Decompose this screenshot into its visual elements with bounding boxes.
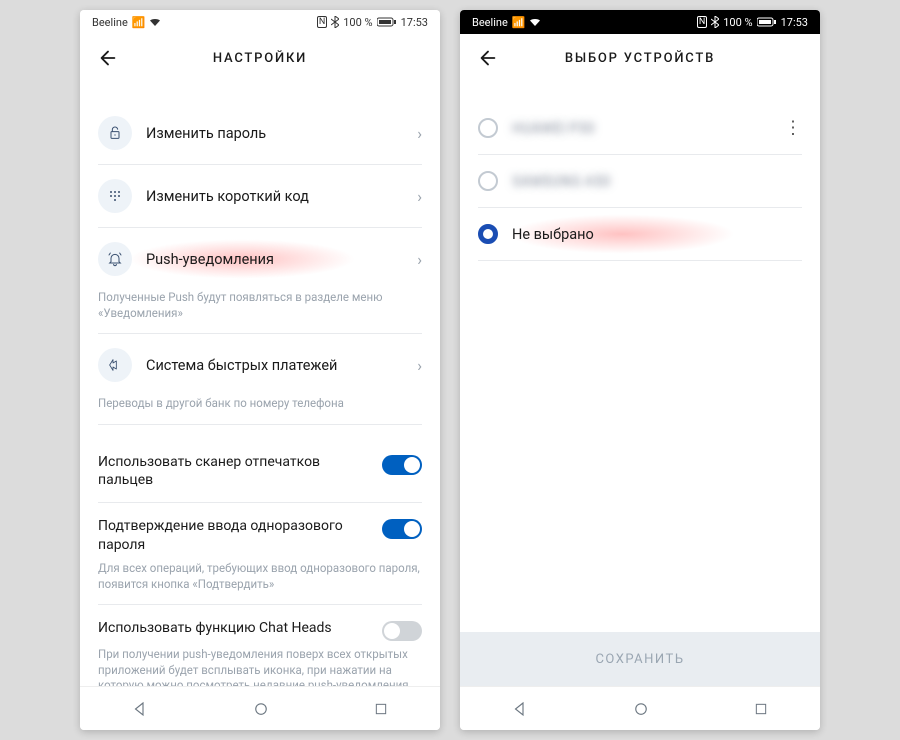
radio-selected-icon	[478, 224, 498, 244]
sbp-icon	[98, 348, 132, 382]
nfc-icon: N	[697, 16, 707, 28]
settings-content: Изменить пароль › Изменить короткий код …	[80, 82, 440, 686]
toggle-otp[interactable]	[382, 519, 422, 539]
battery-icon	[757, 17, 777, 27]
nav-home-icon[interactable]	[252, 700, 270, 718]
push-subtitle: Полученные Push будут появляться в разде…	[80, 290, 440, 333]
save-button[interactable]: СОХРАНИТЬ	[460, 632, 820, 686]
more-menu-icon[interactable]: ⋮	[784, 118, 802, 139]
nav-back-icon[interactable]	[511, 700, 529, 718]
time-label: 17:53	[781, 16, 808, 29]
device-option-1[interactable]: HUAWEI P30 ⋮	[460, 102, 820, 154]
nav-home-icon[interactable]	[632, 700, 650, 718]
lock-icon	[98, 116, 132, 150]
status-bar: Beeline 📶 N 100 % 17:53	[460, 10, 820, 34]
item-change-password[interactable]: Изменить пароль ›	[80, 102, 440, 164]
wifi-icon	[529, 17, 541, 27]
radio-icon	[478, 118, 498, 138]
battery-label: 100 %	[343, 16, 372, 29]
otp-subtitle: Для всех операций, требующих ввод однора…	[80, 561, 440, 604]
carrier-label: Beeline	[92, 16, 128, 29]
keypad-icon	[98, 179, 132, 213]
nfc-icon: N	[317, 16, 327, 28]
android-nav-bar	[460, 686, 820, 730]
device-selection-screen: Beeline 📶 N 100 % 17:53 ВЫБОР УСТРОЙСТВ	[460, 10, 820, 730]
settings-screen: Beeline 📶 N 100 % 17:53 НАСТРОЙКИ	[80, 10, 440, 730]
nav-recent-icon[interactable]	[373, 701, 389, 717]
page-title: ВЫБОР УСТРОЙСТВ	[460, 51, 820, 66]
radio-icon	[478, 171, 498, 191]
toggle-fingerprint-row: Использовать сканер отпечатков пальцев	[80, 439, 440, 497]
toggle-chatheads-row: Использовать функцию Chat Heads	[80, 605, 440, 647]
item-label: Push-уведомления	[146, 251, 417, 268]
device-label: Не выбрано	[512, 226, 594, 243]
sbp-subtitle: Переводы в другой банк по номеру телефон…	[80, 396, 440, 424]
status-bar: Beeline 📶 N 100 % 17:53	[80, 10, 440, 34]
item-label: Изменить пароль	[146, 125, 417, 142]
header: ВЫБОР УСТРОЙСТВ	[460, 34, 820, 82]
nav-recent-icon[interactable]	[753, 701, 769, 717]
device-option-2[interactable]: SAMSUNG A50	[460, 155, 820, 207]
divider	[478, 260, 802, 261]
device-label: SAMSUNG A50	[512, 173, 610, 190]
carrier-label: Beeline	[472, 16, 508, 29]
toggle-chatheads[interactable]	[382, 621, 422, 641]
signal-icon: 📶	[132, 16, 146, 29]
toggle-otp-row: Подтверждение ввода одноразового пароля	[80, 503, 440, 561]
toggle-label: Использовать функцию Chat Heads	[98, 619, 370, 638]
time-label: 17:53	[401, 16, 428, 29]
bluetooth-icon	[331, 16, 339, 28]
bluetooth-icon	[711, 16, 719, 28]
toggle-label: Использовать сканер отпечатков пальцев	[98, 453, 370, 491]
device-label: HUAWEI P30	[512, 120, 595, 137]
save-label: СОХРАНИТЬ	[595, 652, 684, 667]
item-label: Изменить короткий код	[146, 188, 417, 205]
header: НАСТРОЙКИ	[80, 34, 440, 82]
device-content: HUAWEI P30 ⋮ SAMSUNG A50 Не выбрано	[460, 82, 820, 632]
item-label: Система быстрых платежей	[146, 357, 417, 374]
chevron-right-icon: ›	[417, 124, 422, 143]
android-nav-bar	[80, 686, 440, 730]
item-change-code[interactable]: Изменить короткий код ›	[80, 165, 440, 227]
toggle-label: Подтверждение ввода одноразового пароля	[98, 517, 370, 555]
battery-icon	[377, 17, 397, 27]
chevron-right-icon: ›	[417, 356, 422, 375]
device-option-none[interactable]: Не выбрано	[460, 208, 820, 260]
wifi-icon	[149, 17, 161, 27]
page-title: НАСТРОЙКИ	[80, 51, 440, 66]
battery-label: 100 %	[723, 16, 752, 29]
chatheads-subtitle: При получении push-уведомления поверх вс…	[80, 647, 440, 686]
toggle-fingerprint[interactable]	[382, 455, 422, 475]
bell-icon	[98, 242, 132, 276]
nav-back-icon[interactable]	[131, 700, 149, 718]
item-sbp[interactable]: Система быстрых платежей ›	[80, 334, 440, 396]
item-push-notifications[interactable]: Push-уведомления ›	[80, 228, 440, 290]
chevron-right-icon: ›	[417, 187, 422, 206]
chevron-right-icon: ›	[417, 250, 422, 269]
signal-icon: 📶	[512, 16, 526, 29]
